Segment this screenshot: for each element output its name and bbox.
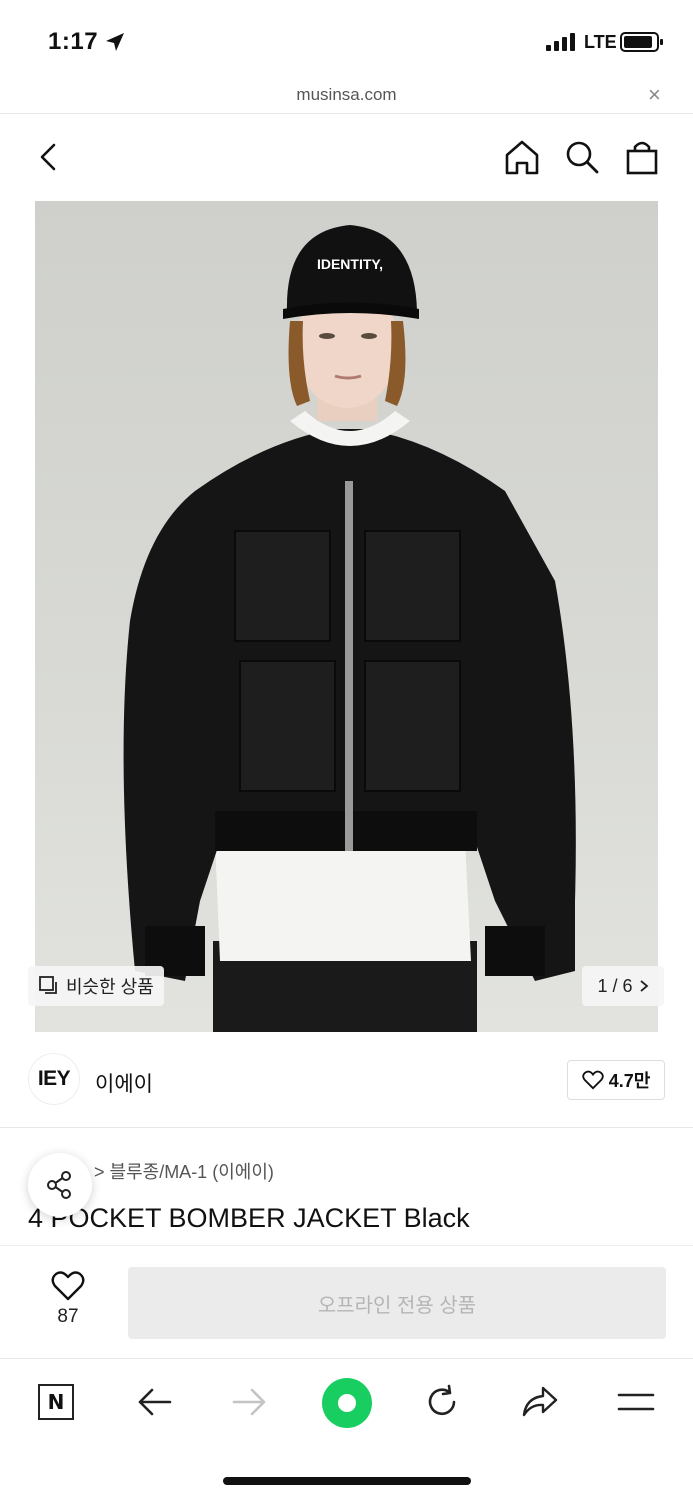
heart-icon — [51, 1271, 85, 1301]
status-bar: 1:17 LTE — [0, 0, 693, 80]
product-title: 4 POCKET BOMBER JACKET Black — [28, 1203, 470, 1233]
status-time: 1:17 — [48, 28, 99, 55]
reload-icon — [428, 1384, 456, 1416]
similar-products-button[interactable]: 비슷한 상품 — [28, 966, 164, 1006]
url-bar[interactable]: musinsa.com × — [0, 80, 693, 114]
menu-button[interactable] — [614, 1380, 658, 1424]
top-nav — [0, 115, 693, 201]
close-icon[interactable]: × — [648, 84, 661, 106]
green-dot-icon — [322, 1378, 372, 1428]
image-pager[interactable]: 1 / 6 — [582, 966, 664, 1006]
home-icon[interactable] — [502, 137, 542, 177]
breadcrumb-category[interactable]: > 블루종/MA-1 (이에이) — [94, 1162, 274, 1182]
cap-text: IDENTITY, — [317, 256, 383, 272]
naver-n-icon: N — [38, 1384, 74, 1420]
green-dot-button[interactable] — [321, 1377, 373, 1429]
browser-toolbar: N — [0, 1360, 693, 1450]
similar-products-label: 비슷한 상품 — [66, 977, 154, 997]
pager-label: 1 / 6 — [597, 975, 633, 996]
copy-icon — [39, 976, 57, 994]
arrow-right-icon — [232, 1388, 266, 1416]
share-icon — [47, 1171, 71, 1199]
search-icon[interactable] — [562, 137, 602, 177]
brand-name[interactable]: 이에이 — [95, 1068, 153, 1098]
product-image[interactable]: IDENTITY, — [35, 201, 658, 1032]
home-indicator — [223, 1477, 471, 1485]
model-photo: IDENTITY, — [123, 225, 576, 1032]
signal-icon — [546, 33, 575, 51]
reload-button[interactable] — [420, 1380, 464, 1424]
back-chevron-icon[interactable] — [30, 137, 70, 177]
brand-logo[interactable]: IEY — [28, 1053, 80, 1105]
browser-share-button[interactable] — [518, 1380, 562, 1424]
shopping-bag-icon[interactable] — [622, 137, 662, 177]
chevron-right-icon — [639, 980, 648, 992]
location-arrow-icon — [106, 33, 124, 51]
wishlist-button[interactable]: 87 — [44, 1270, 92, 1328]
share-button[interactable] — [28, 1153, 92, 1217]
hamburger-icon — [617, 1393, 655, 1411]
brand-like-button[interactable]: 4.7만 — [567, 1060, 665, 1100]
purchase-bar: 87 오프라인 전용 상품 — [0, 1245, 693, 1359]
carrier-label: LTE — [584, 32, 617, 52]
brand-row: IEY 이에이 4.7만 — [0, 1040, 693, 1128]
share-arrow-icon — [522, 1386, 558, 1417]
browser-back-button[interactable] — [132, 1380, 176, 1424]
naver-home-button[interactable]: N — [34, 1380, 78, 1424]
brand-likes-count: 4.7만 — [608, 1071, 651, 1091]
arrow-left-icon — [138, 1388, 172, 1416]
heart-icon — [582, 1070, 604, 1090]
wishlist-count: 87 — [57, 1306, 79, 1327]
url-text[interactable]: musinsa.com — [0, 85, 693, 105]
offline-only-button[interactable]: 오프라인 전용 상품 — [128, 1267, 666, 1339]
battery-icon — [620, 32, 663, 52]
browser-forward-button[interactable] — [228, 1380, 272, 1424]
